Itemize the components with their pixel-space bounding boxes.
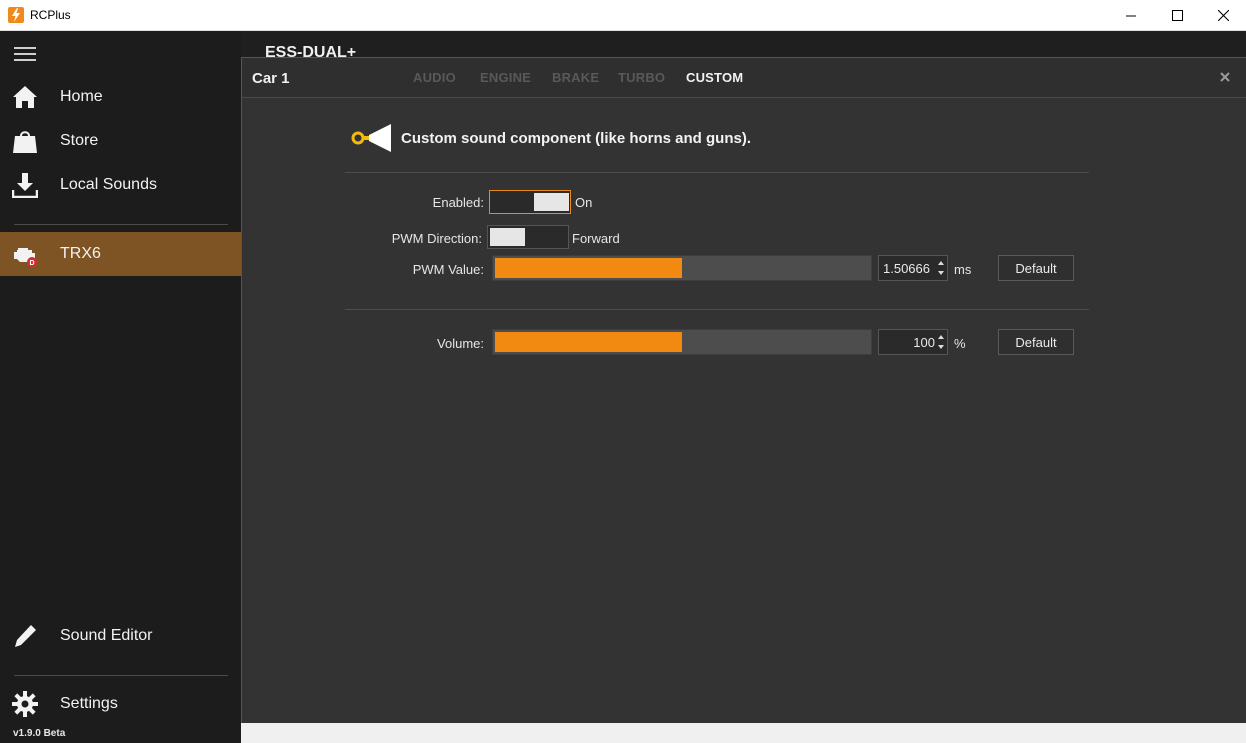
- volume-unit: %: [954, 336, 966, 351]
- minimize-button[interactable]: [1108, 0, 1154, 31]
- pencil-icon: [15, 625, 36, 647]
- enabled-toggle[interactable]: [489, 190, 571, 214]
- bottom-strip: [241, 723, 1246, 743]
- pwm-default-button[interactable]: Default: [998, 255, 1074, 281]
- pwm-direction-toggle[interactable]: [487, 225, 569, 249]
- title-bar: RCPlus: [0, 0, 1246, 31]
- car-settings-dialog: Car 1 AUDIO ENGINE BRAKE TURBO CUSTOM Cu…: [241, 57, 1246, 723]
- divider: [345, 172, 1089, 173]
- shopping-bag-icon: [13, 131, 37, 153]
- sidebar-item-label: Store: [60, 132, 99, 149]
- divider: [345, 309, 1089, 310]
- download-icon: [12, 173, 38, 198]
- volume-default-button[interactable]: Default: [998, 329, 1074, 355]
- sidebar-item-label: TRX6: [60, 245, 101, 262]
- maximize-button[interactable]: [1154, 0, 1200, 31]
- dialog-header: Car 1 AUDIO ENGINE BRAKE TURBO CUSTOM: [242, 58, 1246, 98]
- home-icon: [13, 86, 37, 108]
- sidebar-item-label: Settings: [60, 695, 118, 712]
- horn-icon: [351, 124, 391, 152]
- sidebar-item-trx6[interactable]: D TRX6: [0, 232, 241, 276]
- sidebar-item-home[interactable]: Home: [0, 75, 241, 119]
- sidebar-item-settings[interactable]: Settings: [0, 682, 241, 726]
- sidebar: Home Store Local Sounds D TRX6 Sound Edi…: [0, 31, 241, 743]
- enabled-state: On: [575, 195, 593, 210]
- app-logo-icon: [8, 7, 24, 23]
- pwm-value-slider[interactable]: [492, 255, 872, 281]
- volume-input[interactable]: 100: [883, 335, 935, 350]
- sidebar-item-label: Home: [60, 88, 103, 105]
- enabled-label: Enabled:: [432, 195, 484, 210]
- sidebar-divider: [14, 224, 228, 225]
- sidebar-item-store[interactable]: Store: [0, 119, 241, 163]
- pwm-direction-label: PWM Direction:: [391, 231, 482, 246]
- volume-stepper[interactable]: 100: [878, 329, 948, 355]
- background-page-title: ESS-DUAL+: [265, 44, 357, 58]
- stepper-arrows-icon[interactable]: [935, 257, 947, 279]
- volume-slider[interactable]: [492, 329, 872, 355]
- sidebar-item-local-sounds[interactable]: Local Sounds: [0, 163, 241, 207]
- toggle-knob: [534, 193, 569, 211]
- stepper-arrows-icon[interactable]: [935, 331, 947, 353]
- tab-custom[interactable]: CUSTOM: [686, 70, 743, 85]
- slider-fill: [495, 258, 682, 278]
- dialog-title: Car 1: [252, 70, 290, 87]
- pwm-unit: ms: [954, 262, 972, 277]
- section-header: Custom sound component (like horns and g…: [350, 122, 790, 152]
- tab-turbo[interactable]: TURBO: [618, 70, 665, 85]
- sidebar-item-sound-editor[interactable]: Sound Editor: [0, 614, 241, 658]
- tab-engine[interactable]: ENGINE: [480, 70, 531, 85]
- close-window-button[interactable]: [1200, 0, 1246, 31]
- window-title: RCPlus: [30, 8, 71, 22]
- sidebar-item-label: Sound Editor: [60, 627, 153, 644]
- hamburger-menu-icon[interactable]: [14, 47, 36, 61]
- sidebar-item-label: Local Sounds: [60, 176, 157, 193]
- version-label: v1.9.0 Beta: [13, 728, 66, 739]
- section-title: Custom sound component (like horns and g…: [401, 130, 752, 147]
- engine-icon: D: [14, 248, 37, 267]
- tab-brake[interactable]: BRAKE: [552, 70, 599, 85]
- tab-audio[interactable]: AUDIO: [413, 70, 456, 85]
- slider-fill: [495, 332, 682, 352]
- volume-label: Volume:: [437, 336, 484, 351]
- toggle-knob: [490, 228, 525, 246]
- pwm-value-input[interactable]: 1.50666: [883, 261, 935, 276]
- gear-icon: [12, 691, 38, 717]
- svg-text:D: D: [30, 260, 35, 267]
- pwm-direction-state: Forward: [572, 231, 620, 246]
- pwm-value-stepper[interactable]: 1.50666: [878, 255, 948, 281]
- sidebar-divider: [14, 675, 228, 676]
- close-icon[interactable]: [1218, 70, 1232, 84]
- pwm-value-label: PWM Value:: [412, 262, 484, 277]
